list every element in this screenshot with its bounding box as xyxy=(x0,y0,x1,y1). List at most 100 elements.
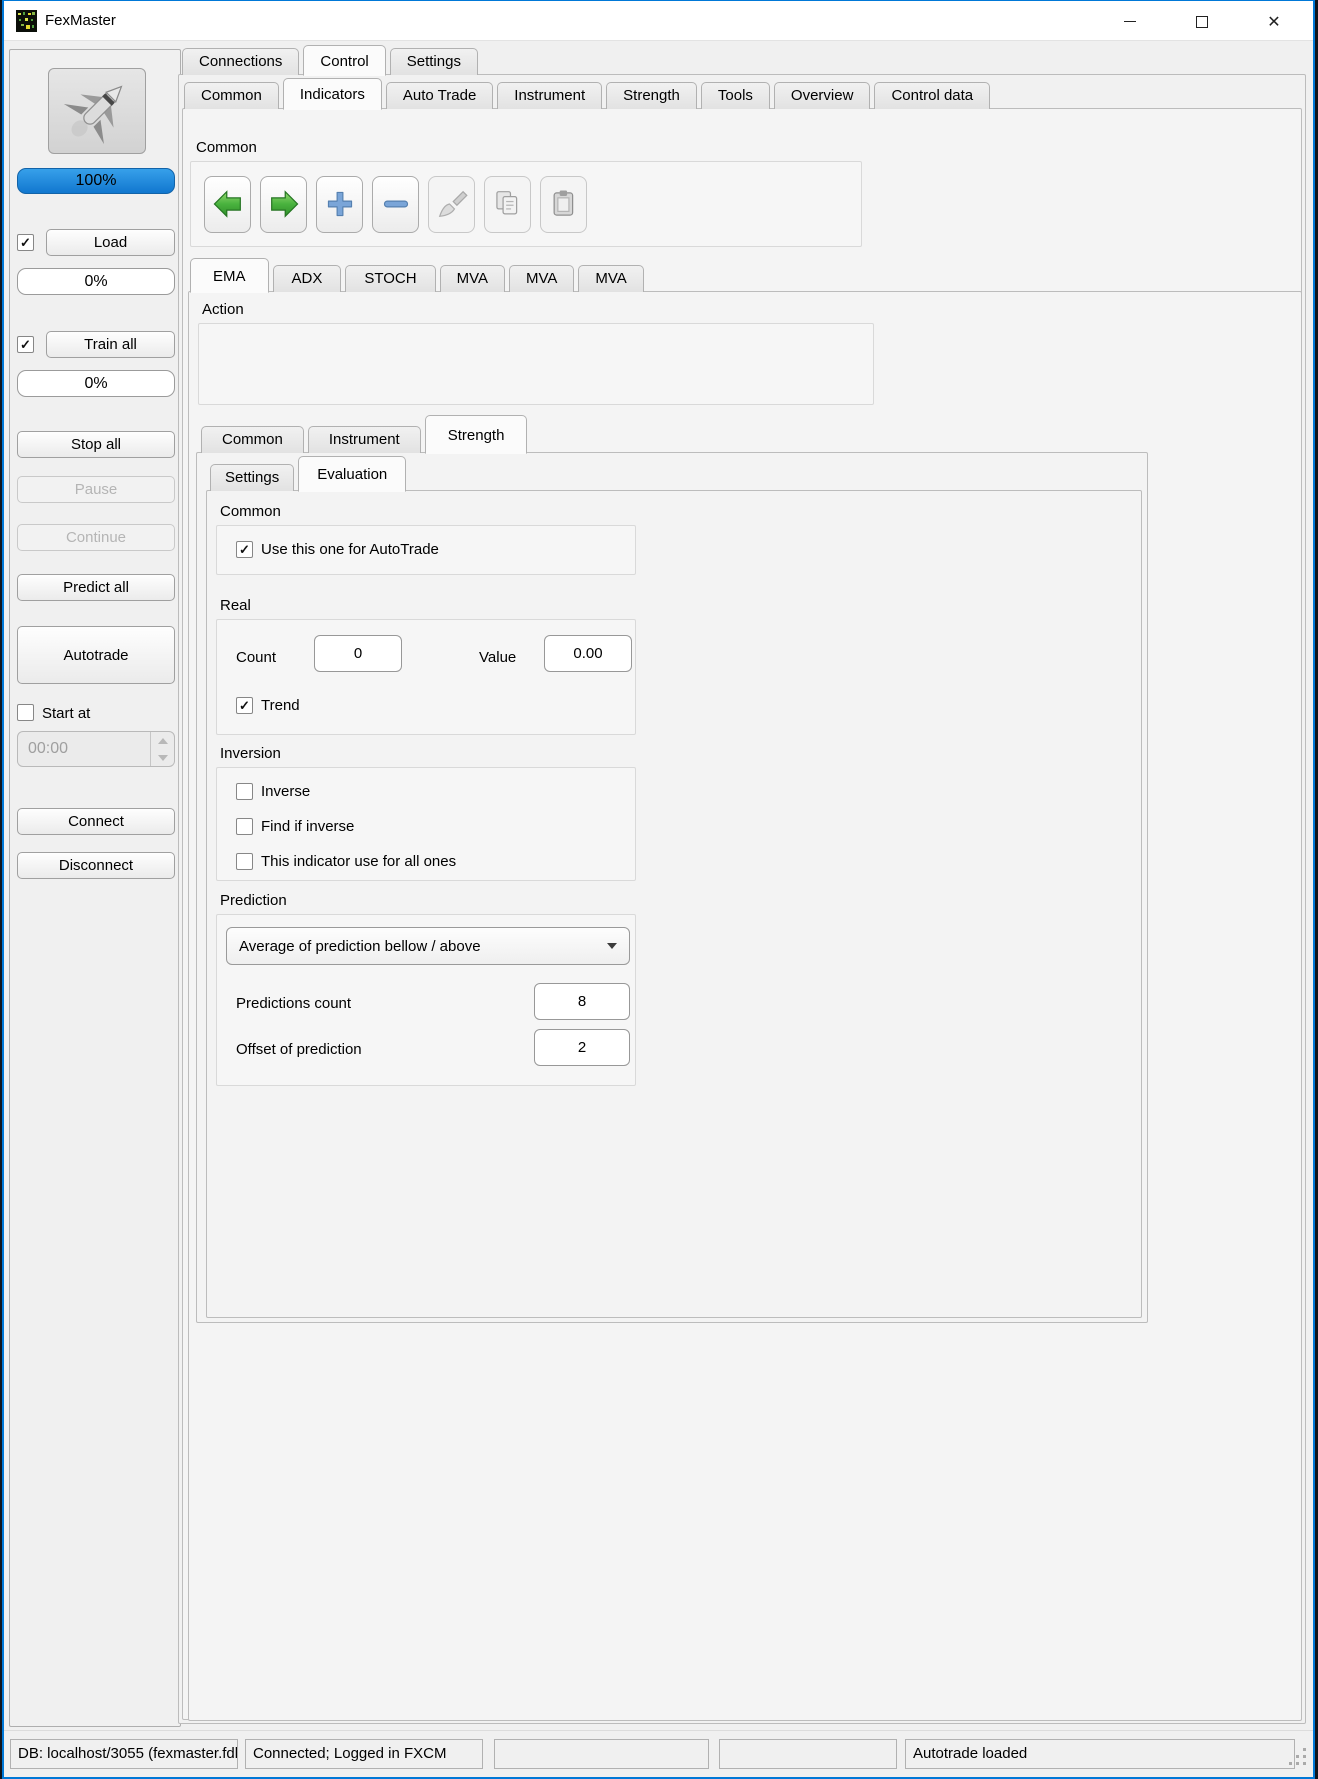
arrow-right-icon xyxy=(268,188,300,220)
autotrade-button[interactable]: Autotrade xyxy=(17,626,175,684)
status-panel-4 xyxy=(719,1739,897,1769)
tab-section-common[interactable]: Common xyxy=(201,426,304,453)
start-at-checkbox[interactable] xyxy=(17,704,34,721)
main-progress-value: 100% xyxy=(76,172,117,190)
nav-forward-button[interactable] xyxy=(260,176,307,233)
app-icon xyxy=(16,10,37,32)
predictions-count-field[interactable]: 8 xyxy=(534,983,630,1020)
clean-button xyxy=(428,176,475,233)
tab-control-data[interactable]: Control data xyxy=(874,82,990,109)
train-all-button[interactable]: Train all xyxy=(46,331,175,358)
app-logo-button[interactable] xyxy=(48,68,146,154)
tab-control[interactable]: Control xyxy=(303,45,385,76)
tab-settings[interactable]: Settings xyxy=(390,48,478,75)
autotrade-label: Autotrade xyxy=(63,647,128,664)
tab-strength[interactable]: Strength xyxy=(606,82,697,109)
value-value: 0.00 xyxy=(573,645,602,662)
train-progress-bar: 0% xyxy=(17,370,175,397)
predict-all-label: Predict all xyxy=(63,579,129,596)
check-icon: ✓ xyxy=(239,542,250,558)
indicator-use-for-all-label: This indicator use for all ones xyxy=(261,853,456,870)
status-bar: DB: localhost/3055 (fexmaster.fdb) Conne… xyxy=(4,1730,1313,1774)
title-bar: FexMaster ✕ xyxy=(4,1,1313,41)
tab-eval-settings[interactable]: Settings xyxy=(210,464,294,491)
tab-tools[interactable]: Tools xyxy=(701,82,770,109)
load-progress-bar: 0% xyxy=(17,268,175,295)
minimize-icon xyxy=(1124,21,1136,22)
add-button[interactable] xyxy=(316,176,363,233)
tab-auto-trade[interactable]: Auto Trade xyxy=(386,82,493,109)
start-time-value: 00:00 xyxy=(18,740,68,758)
tab-stoch[interactable]: STOCH xyxy=(345,265,435,292)
inverse-label: Inverse xyxy=(261,783,310,800)
stop-all-label: Stop all xyxy=(71,436,121,453)
action-group-label: Action xyxy=(202,301,244,318)
stop-all-button[interactable]: Stop all xyxy=(17,431,175,458)
predict-all-button[interactable]: Predict all xyxy=(17,574,175,601)
use-for-autotrade-checkbox[interactable]: ✓ xyxy=(236,541,253,558)
train-checkbox[interactable]: ✓ xyxy=(17,336,34,353)
minus-icon xyxy=(381,189,411,219)
disconnect-button[interactable]: Disconnect xyxy=(17,852,175,879)
tab-section-strength[interactable]: Strength xyxy=(425,415,528,454)
maximize-icon xyxy=(1196,16,1208,28)
spin-up-button xyxy=(151,732,174,749)
nav-back-button[interactable] xyxy=(204,176,251,233)
prediction-method-select[interactable]: Average of prediction bellow / above xyxy=(226,927,630,965)
toolbar-group-label: Common xyxy=(196,139,257,156)
resize-grip[interactable] xyxy=(1303,1762,1306,1765)
status-autotrade: Autotrade loaded xyxy=(905,1739,1295,1769)
tab-connections[interactable]: Connections xyxy=(182,48,299,75)
offset-of-prediction-field[interactable]: 2 xyxy=(534,1029,630,1066)
main-progress-bar: 100% xyxy=(17,168,175,194)
brush-icon xyxy=(436,188,468,220)
spin-down-icon xyxy=(158,755,168,761)
check-icon: ✓ xyxy=(239,698,250,714)
pause-button: Pause xyxy=(17,476,175,503)
paste-button xyxy=(540,176,587,233)
arrow-left-icon xyxy=(212,188,244,220)
tab-indicators[interactable]: Indicators xyxy=(283,78,382,110)
close-button[interactable]: ✕ xyxy=(1250,5,1298,38)
close-icon: ✕ xyxy=(1267,12,1280,32)
tab-mva-2[interactable]: MVA xyxy=(509,265,574,292)
connect-button[interactable]: Connect xyxy=(17,808,175,835)
value-field[interactable]: 0.00 xyxy=(544,635,632,672)
tab-overview[interactable]: Overview xyxy=(774,82,871,109)
prediction-method-value: Average of prediction bellow / above xyxy=(239,938,481,955)
load-checkbox[interactable]: ✓ xyxy=(17,234,34,251)
plus-icon xyxy=(325,189,355,219)
copy-button xyxy=(484,176,531,233)
tab-evaluation[interactable]: Evaluation xyxy=(298,456,406,492)
indicator-use-for-all-checkbox[interactable] xyxy=(236,853,253,870)
tab-instrument[interactable]: Instrument xyxy=(497,82,602,109)
inverse-checkbox[interactable] xyxy=(236,783,253,800)
paste-icon xyxy=(548,188,580,220)
remove-button[interactable] xyxy=(372,176,419,233)
evaluation-page xyxy=(206,490,1142,1318)
sidebar: 100% ✓ Load 0% ✓ Train all 0% Stop all P… xyxy=(9,49,181,1727)
tab-mva-3[interactable]: MVA xyxy=(578,265,643,292)
section-tab-bar: Common Instrument Strength xyxy=(201,414,527,453)
status-panel-3 xyxy=(494,1739,709,1769)
status-connection: Connected; Logged in FXCM xyxy=(245,1739,483,1769)
continue-button: Continue xyxy=(17,524,175,551)
control-tab-bar: Common Indicators Auto Trade Instrument … xyxy=(184,77,990,109)
count-field[interactable]: 0 xyxy=(314,635,402,672)
tab-adx[interactable]: ADX xyxy=(273,265,342,292)
load-button-label: Load xyxy=(94,234,127,251)
load-progress-value: 0% xyxy=(84,273,107,291)
maximize-button[interactable] xyxy=(1178,5,1226,38)
tab-mva-1[interactable]: MVA xyxy=(440,265,505,292)
tab-ema[interactable]: EMA xyxy=(190,258,269,293)
predictions-count-label: Predictions count xyxy=(236,995,351,1012)
trend-checkbox[interactable]: ✓ xyxy=(236,697,253,714)
find-if-inverse-checkbox[interactable] xyxy=(236,818,253,835)
tab-section-instrument[interactable]: Instrument xyxy=(308,426,421,453)
window-title: FexMaster xyxy=(45,1,116,41)
start-time-spinner: 00:00 xyxy=(17,731,175,767)
load-button[interactable]: Load xyxy=(46,229,175,256)
train-progress-value: 0% xyxy=(84,375,107,393)
tab-common[interactable]: Common xyxy=(184,82,279,109)
minimize-button[interactable] xyxy=(1106,5,1154,38)
